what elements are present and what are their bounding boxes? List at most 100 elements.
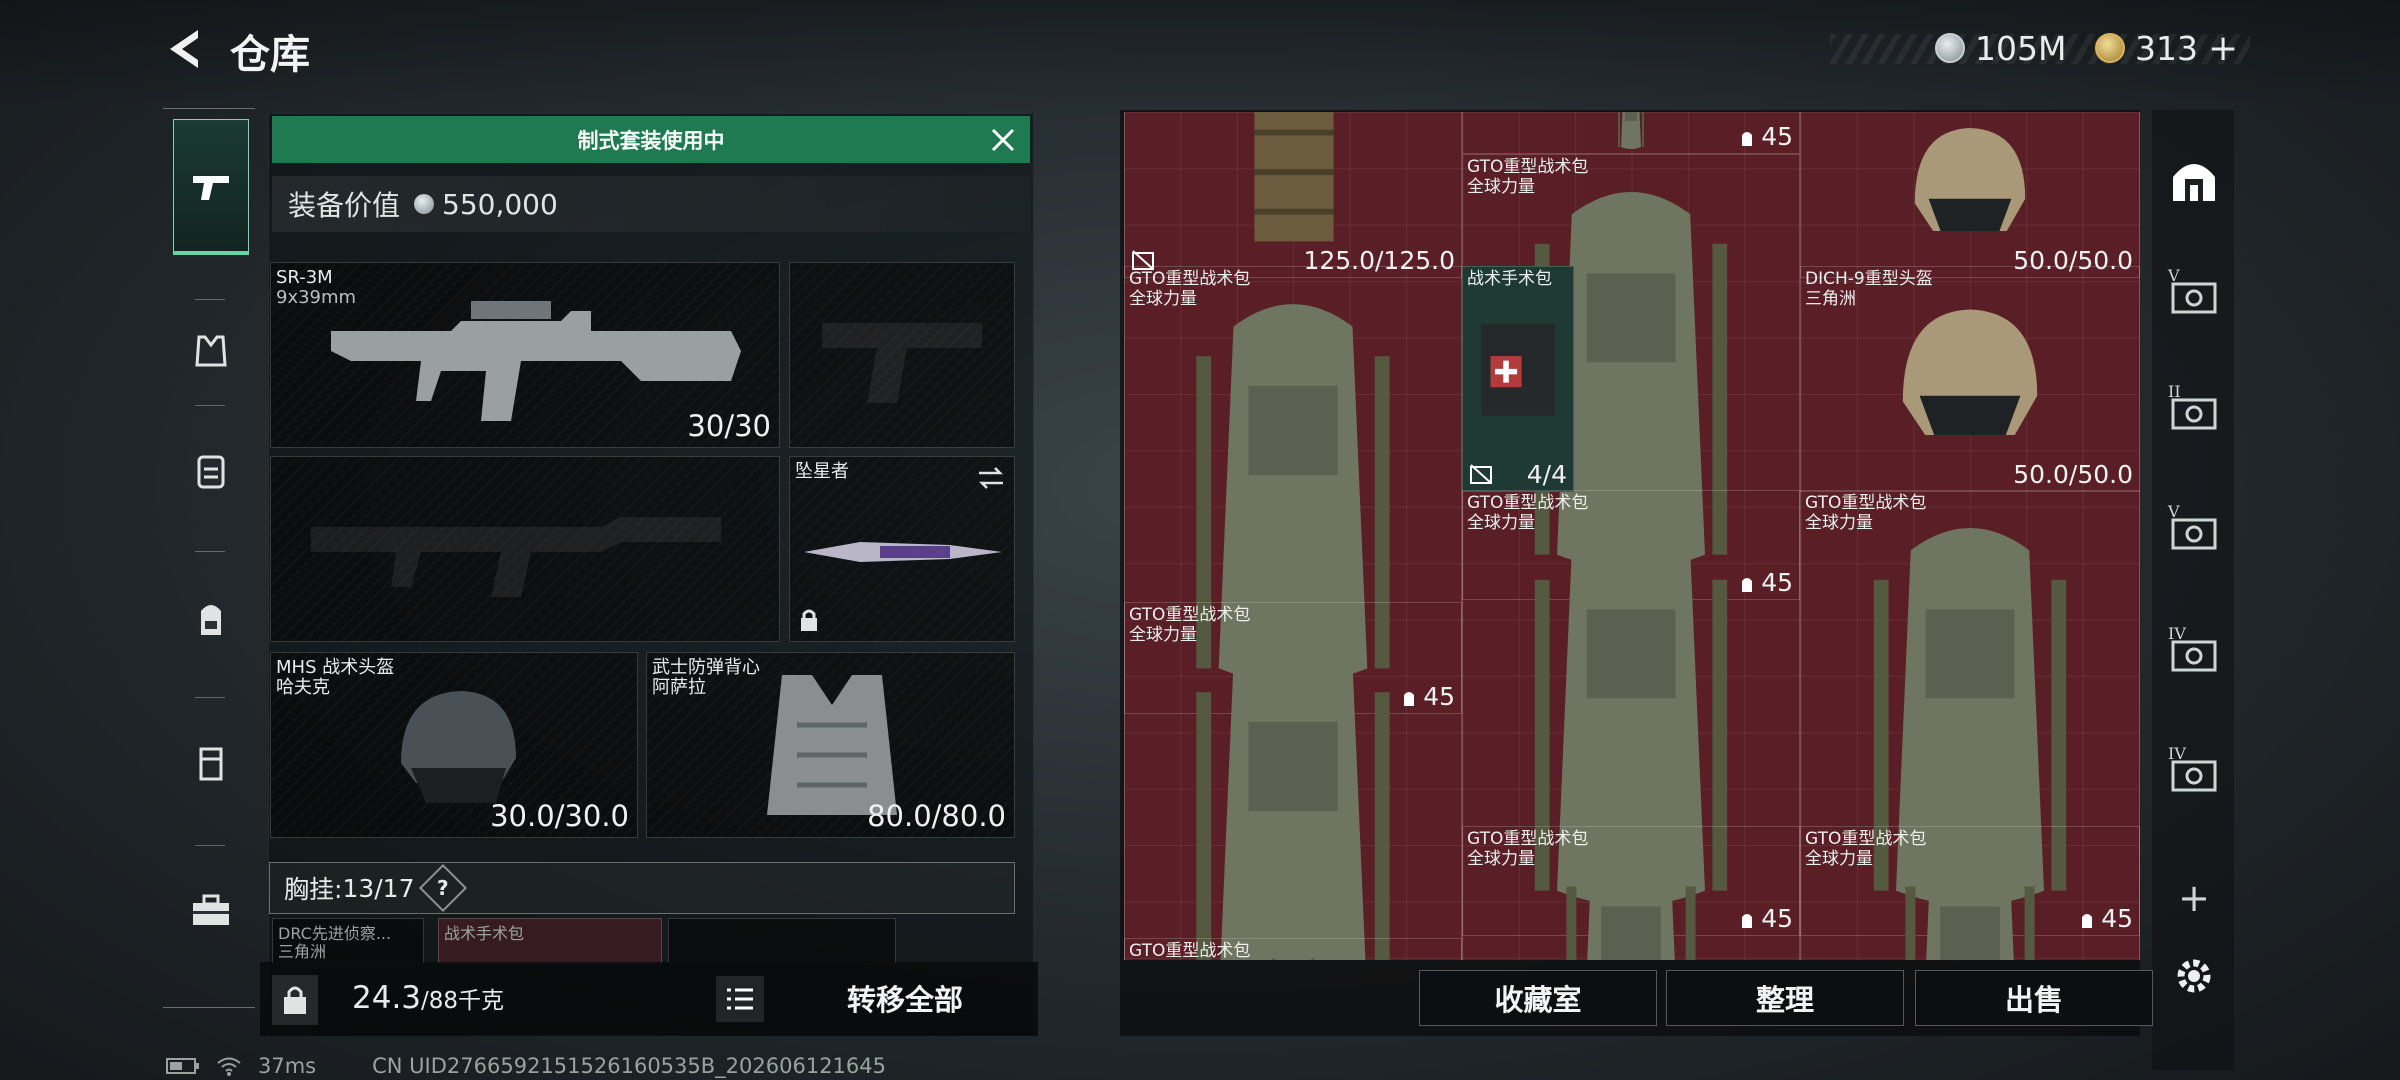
warehouse-icon (2173, 164, 2215, 201)
melee-slot[interactable]: 坠星者 (789, 456, 1015, 642)
preset-banner: 制式套装使用中 (272, 116, 1030, 163)
storage-item-name: GTO重型战术包 全球力量 (1129, 605, 1251, 645)
sidearm-slot[interactable] (789, 262, 1015, 448)
storage-tab[interactable]: IV (2164, 624, 2224, 682)
chest-rig-label: 胸挂: (284, 875, 343, 904)
primary-weapon-caliber: 9x39mm (276, 287, 357, 308)
rail-item-chest-rig[interactable] (173, 421, 249, 521)
help-icon[interactable]: ? (419, 863, 468, 913)
storage-tab-level: IV (2168, 624, 2186, 643)
no-insure-icon (1469, 463, 1493, 485)
equipment-value-label: 装备价值 (288, 189, 401, 222)
toolbox-icon (193, 894, 229, 925)
collection-room-button[interactable]: 收藏室 (1419, 970, 1657, 1026)
equipment-value: 装备价值 550,000 (272, 176, 1030, 232)
storage-grid: 125.0/125.0 45 50.0/50.0 GTO重型战术包 全球力量 45 GTO重… (1124, 112, 2140, 960)
lock-icon (801, 609, 817, 631)
capacity-icon (1404, 692, 1415, 706)
storage-item[interactable]: GTO重型战术包 (1124, 938, 1462, 960)
storage-item-count: 4/4 (1526, 460, 1567, 489)
storage-item[interactable]: 50.0/50.0 (1800, 112, 2140, 278)
wifi-icon (217, 1057, 241, 1076)
close-icon[interactable] (985, 122, 1021, 158)
no-insure-icon (1131, 249, 1155, 271)
weight-lock-button[interactable] (272, 975, 318, 1025)
storage-item-count: 45 (1739, 122, 1793, 151)
transfer-all-button[interactable]: 转移全部 (780, 968, 1030, 1028)
rail-item-backpack[interactable] (173, 569, 249, 669)
chest-rig-capacity: 13/17 (342, 873, 415, 903)
rail-item-weapon[interactable] (173, 119, 249, 255)
armor-durability: 80.0/80.0 (867, 799, 1006, 833)
add-currency-button[interactable]: + (2208, 28, 2238, 69)
storage-item[interactable]: 45 (1462, 112, 1800, 154)
storage-tab-level: V (2168, 266, 2180, 285)
storage-tab[interactable]: V (2164, 266, 2224, 324)
storage-item-name: GTO重型战术包 全球力量 (1129, 269, 1251, 309)
helmet-name: MHS 战术头盔 (276, 657, 395, 678)
primary-weapon-slot[interactable]: SR-3M 9x39mm 30/30 (270, 262, 780, 448)
gold-coin-icon (2095, 33, 2125, 63)
lock-icon (284, 986, 306, 1014)
capacity-icon (1742, 914, 1753, 928)
rifle-placeholder-icon (311, 517, 721, 597)
chest-rig-row[interactable]: 胸挂: 13/17 ? (269, 862, 1015, 914)
chest-item-brand: 三角洲 (278, 942, 327, 961)
rail-item-pouch[interactable] (173, 713, 249, 813)
chest-item-slot[interactable] (668, 918, 896, 964)
armor-slot[interactable]: 武士防弹背心 阿萨拉 80.0/80.0 (646, 652, 1015, 838)
storage-item[interactable]: GTO重型战术包全球力量 45 (1124, 602, 1462, 960)
chest-item-slot[interactable]: 战术手术包 (438, 918, 662, 964)
back-icon[interactable] (160, 24, 210, 74)
storage-item-name: GTO重型战术包 全球力量 (1467, 829, 1589, 869)
coin-icon (1935, 33, 1965, 63)
pistol-placeholder-icon (822, 323, 982, 403)
chest-item-slot[interactable]: DRC先进侦察... 三角洲 (272, 918, 424, 964)
storage-item-count: 45 (1739, 568, 1793, 597)
settings-button[interactable] (2164, 948, 2224, 1004)
storage-item-count: 45 (1739, 904, 1793, 933)
list-icon (727, 988, 753, 1010)
currency-silver: 105M (1935, 26, 2066, 70)
storage-item[interactable]: GTO重型战术包 全球力量 (1800, 826, 2140, 960)
storage-item-name: 战术手术包 (1467, 269, 1552, 289)
user-uid: CN UID2766592151526160535B_202606121645 (372, 1054, 886, 1078)
currency-silver-value: 105M (1975, 28, 2067, 68)
sort-button[interactable]: 整理 (1666, 970, 1904, 1026)
melee-name: 坠星者 (795, 461, 849, 482)
storage-side-panel (2152, 110, 2234, 1070)
storage-item[interactable]: DICH-9重型头盔 三角洲 50.0/50.0 (1800, 266, 2140, 492)
page-title: 仓库 (230, 32, 310, 78)
storage-tab[interactable]: IV (2164, 744, 2224, 802)
carry-weight-value: 24.3 (352, 980, 422, 1016)
swap-icon[interactable] (976, 465, 1006, 491)
category-rail (163, 108, 255, 1008)
storage-tab[interactable]: V (2164, 502, 2224, 560)
currency-gold[interactable]: 313 + (2095, 26, 2238, 70)
storage-item[interactable]: 战术手术包 4/4 (1462, 266, 1574, 492)
rail-item-armor[interactable] (173, 311, 249, 391)
armor-name: 武士防弹背心 (652, 657, 760, 678)
helmet-slot[interactable]: MHS 战术头盔 哈夫克 30.0/30.0 (270, 652, 638, 838)
storage-item-name: DICH-9重型头盔 三角洲 (1805, 269, 1933, 309)
sell-button[interactable]: 出售 (1915, 970, 2153, 1026)
capacity-icon (1742, 132, 1753, 146)
storage-item-name: GTO重型战术包 全球力量 (1805, 829, 1927, 869)
chest-item-name: 战术手术包 (444, 924, 525, 943)
storage-tab-main[interactable] (2164, 152, 2224, 208)
storage-item[interactable]: GTO重型战术包 全球力量 (1462, 826, 1800, 960)
capacity-icon (2082, 914, 2093, 928)
storage-tab[interactable]: II (2164, 382, 2224, 440)
knife-image (804, 542, 1002, 562)
battery-icon (166, 1058, 199, 1074)
rail-item-toolbox[interactable] (173, 861, 249, 961)
storage-item[interactable]: 125.0/125.0 (1124, 112, 1462, 278)
storage-item-name: GTO重型战术包 全球力量 (1805, 493, 1927, 533)
storage-tab-level: II (2168, 382, 2181, 401)
currency-gold-value: 313 (2135, 28, 2198, 68)
secondary-weapon-slot[interactable] (270, 456, 780, 642)
add-storage-button[interactable]: + (2164, 870, 2224, 926)
list-button[interactable] (716, 976, 764, 1022)
carry-weight-max: /88千克 (421, 988, 505, 1014)
storage-tab-level: IV (2168, 744, 2186, 763)
